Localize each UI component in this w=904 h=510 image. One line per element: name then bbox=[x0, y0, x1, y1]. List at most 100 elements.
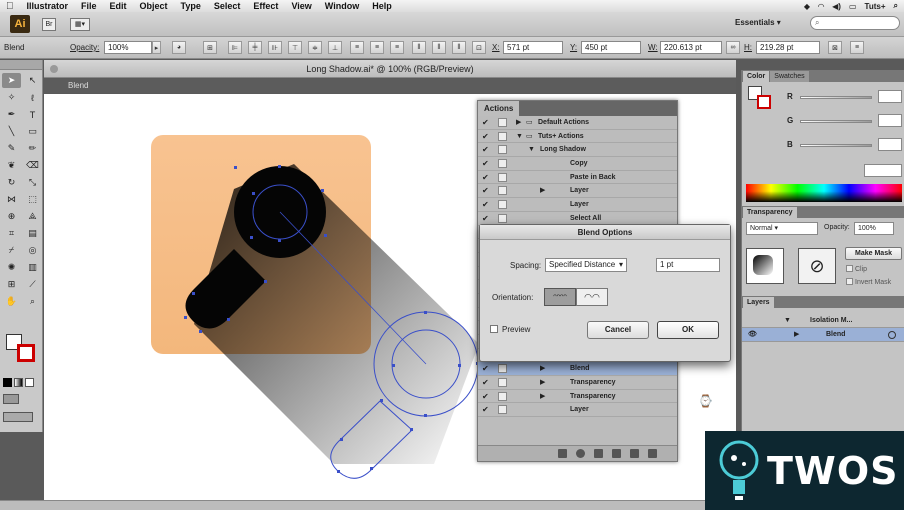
green-slider[interactable]: G bbox=[742, 114, 904, 128]
artboard-tool-icon[interactable]: ⊞ bbox=[2, 277, 21, 292]
color-spectrum[interactable] bbox=[746, 184, 902, 202]
red-track[interactable] bbox=[800, 96, 872, 99]
collapse-triangle-icon[interactable]: ▶ bbox=[540, 376, 545, 389]
delete-action-icon[interactable] bbox=[648, 449, 657, 458]
blue-track[interactable] bbox=[800, 144, 872, 147]
action-enabled-check-icon[interactable]: ✔ bbox=[482, 173, 492, 182]
slice-tool-icon[interactable]: ⟋ bbox=[23, 277, 42, 292]
action-enabled-check-icon[interactable]: ✔ bbox=[482, 159, 492, 168]
menu-file[interactable]: File bbox=[81, 1, 97, 11]
dialog-toggle[interactable] bbox=[498, 200, 507, 210]
dialog-toggle[interactable] bbox=[498, 391, 507, 401]
action-enabled-check-icon[interactable]: ✔ bbox=[482, 118, 492, 127]
color-mode-icon[interactable] bbox=[3, 378, 12, 387]
paintbrush-tool-icon[interactable]: ✎ bbox=[2, 141, 21, 156]
x-field[interactable]: 571 pt bbox=[503, 41, 563, 54]
align-top-icon[interactable]: ⊤ bbox=[288, 41, 302, 54]
distribute-right-icon[interactable]: ⫴ bbox=[452, 41, 466, 54]
layer-row[interactable]: ▼ Isolation M... bbox=[742, 314, 904, 328]
distribute-left-icon[interactable]: ⫴ bbox=[412, 41, 426, 54]
distribute-center-icon[interactable]: ⫴ bbox=[432, 41, 446, 54]
action-enabled-check-icon[interactable]: ✔ bbox=[482, 214, 492, 223]
free-transform-tool-icon[interactable]: ⬚ bbox=[23, 192, 42, 207]
menu-help[interactable]: Help bbox=[372, 1, 392, 11]
opacity-field[interactable]: 100% bbox=[104, 41, 152, 54]
action-enabled-check-icon[interactable]: ✔ bbox=[482, 145, 492, 154]
expand-triangle-icon[interactable]: ▼ bbox=[516, 130, 523, 143]
action-enabled-check-icon[interactable]: ✔ bbox=[482, 200, 492, 209]
blue-slider[interactable]: B bbox=[742, 138, 904, 152]
apple-menu-icon[interactable]:  bbox=[6, 1, 14, 12]
tools-panel-header[interactable] bbox=[0, 60, 42, 70]
play-icon[interactable] bbox=[594, 449, 603, 458]
align-middle-icon[interactable]: ≑ bbox=[308, 41, 322, 54]
visibility-eye-icon[interactable]: 👁 bbox=[748, 328, 757, 342]
user-menu[interactable]: Tuts+ bbox=[865, 2, 886, 11]
blob-brush-tool-icon[interactable]: ❦ bbox=[2, 158, 21, 173]
object-thumbnail[interactable] bbox=[746, 248, 784, 284]
magic-wand-tool-icon[interactable]: ✧ bbox=[2, 90, 21, 105]
reference-point-icon[interactable]: ⊡ bbox=[472, 41, 486, 54]
cancel-button[interactable]: Cancel bbox=[587, 321, 649, 339]
gradient-mode-icon[interactable] bbox=[14, 378, 23, 387]
symbol-sprayer-tool-icon[interactable]: ✺ bbox=[2, 260, 21, 275]
battery-icon[interactable]: ▭ bbox=[849, 2, 857, 11]
green-track[interactable] bbox=[800, 120, 872, 123]
y-field[interactable]: 450 pt bbox=[581, 41, 641, 54]
collapse-triangle-icon[interactable]: ▶ bbox=[540, 184, 545, 197]
stop-recording-icon[interactable] bbox=[558, 449, 567, 458]
none-mode-icon[interactable] bbox=[25, 378, 34, 387]
actions-tab[interactable]: Actions bbox=[478, 101, 520, 116]
menu-window[interactable]: Window bbox=[325, 1, 359, 11]
action-enabled-check-icon[interactable]: ✔ bbox=[482, 364, 492, 373]
recolor-artwork-icon[interactable]: ◕ bbox=[172, 41, 186, 54]
layer-row[interactable]: 👁 ▶ Blend bbox=[742, 328, 904, 342]
align-right-icon[interactable]: ⊪ bbox=[268, 41, 282, 54]
action-row[interactable]: ✔ Paste in Back bbox=[478, 171, 677, 185]
blend-tool-icon[interactable]: ◎ bbox=[23, 243, 42, 258]
action-row[interactable]: ✔ Layer bbox=[478, 198, 677, 212]
spacing-select[interactable]: Specified Distance ▾ bbox=[545, 258, 627, 272]
expand-triangle-icon[interactable]: ▶ bbox=[794, 328, 799, 342]
dialog-toggle[interactable] bbox=[498, 159, 507, 169]
layer-name[interactable]: Isolation M... bbox=[810, 314, 852, 328]
dialog-toggle[interactable] bbox=[498, 364, 507, 374]
make-mask-button[interactable]: Make Mask bbox=[845, 247, 902, 260]
action-row[interactable]: ✔ ▶ ▭ Default Actions bbox=[478, 116, 677, 130]
gradient-tool-icon[interactable]: ▤ bbox=[23, 226, 42, 241]
distribute-bottom-icon[interactable]: ≡ bbox=[390, 41, 404, 54]
dialog-toggle[interactable] bbox=[498, 378, 507, 388]
direct-selection-tool-icon[interactable]: ↖ bbox=[23, 73, 42, 88]
help-search-input[interactable]: ⌕ bbox=[810, 16, 900, 30]
screen-mode-icon[interactable] bbox=[3, 412, 33, 422]
bridge-icon[interactable]: Br bbox=[42, 17, 56, 31]
scale-tool-icon[interactable]: ⤡ bbox=[23, 175, 42, 190]
pen-tool-icon[interactable]: ✒ bbox=[2, 107, 21, 122]
perspective-grid-tool-icon[interactable]: ⟁ bbox=[23, 209, 42, 224]
blend-mode-select[interactable]: Normal ▾ bbox=[746, 222, 818, 235]
spotlight-icon[interactable]: ⌕ bbox=[894, 1, 898, 11]
expand-triangle-icon[interactable]: ▼ bbox=[528, 143, 535, 156]
eyedropper-tool-icon[interactable]: ⌿ bbox=[2, 243, 21, 258]
action-enabled-check-icon[interactable]: ✔ bbox=[482, 378, 492, 387]
menu-edit[interactable]: Edit bbox=[110, 1, 127, 11]
distribute-middle-icon[interactable]: ≡ bbox=[370, 41, 384, 54]
ok-button[interactable]: OK bbox=[657, 321, 719, 339]
action-enabled-check-icon[interactable]: ✔ bbox=[482, 132, 492, 141]
action-row[interactable]: ✔ ▶ Transparency bbox=[478, 390, 677, 404]
red-value-field[interactable] bbox=[878, 90, 902, 103]
arrange-documents-icon[interactable]: ▦▾ bbox=[70, 17, 90, 31]
dialog-toggle[interactable] bbox=[498, 172, 507, 182]
transform-icon[interactable]: ⊠ bbox=[828, 41, 842, 54]
action-row[interactable]: ✔ Copy bbox=[478, 157, 677, 171]
stroke-swatch[interactable] bbox=[17, 344, 35, 362]
collapse-triangle-icon[interactable]: ▶ bbox=[540, 362, 545, 375]
green-value-field[interactable] bbox=[878, 114, 902, 127]
align-bottom-icon[interactable]: ⊥ bbox=[328, 41, 342, 54]
action-row[interactable]: ✔ ▼ ▭ Tuts+ Actions bbox=[478, 130, 677, 144]
menu-illustrator[interactable]: Illustrator bbox=[27, 1, 69, 11]
clip-checkbox[interactable]: Clip bbox=[846, 265, 867, 273]
zoom-tool-icon[interactable]: ⌕ bbox=[23, 294, 42, 309]
action-enabled-check-icon[interactable]: ✔ bbox=[482, 186, 492, 195]
menu-view[interactable]: View bbox=[291, 1, 311, 11]
